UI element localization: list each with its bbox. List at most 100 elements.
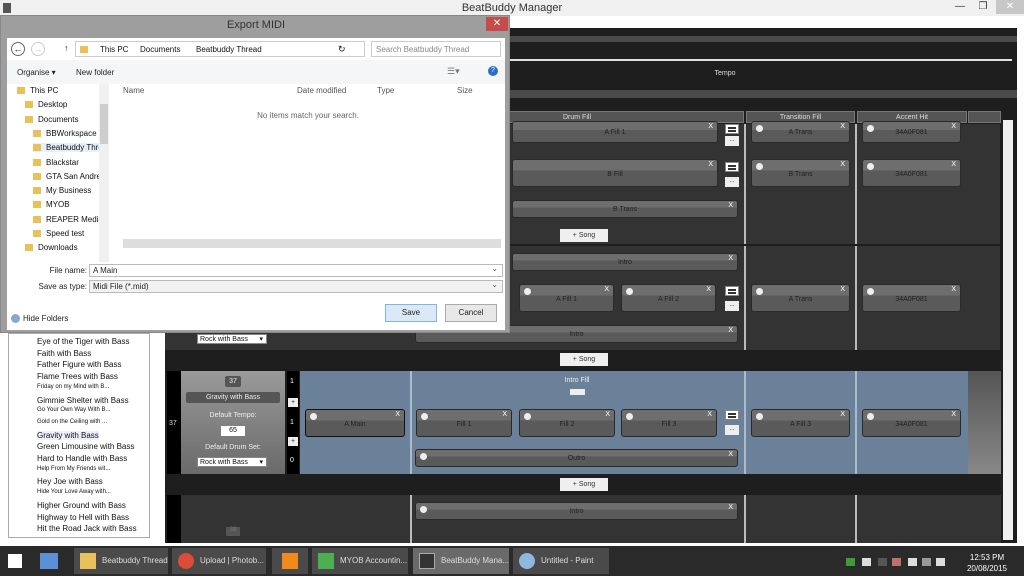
add-part-button[interactable]: +: [288, 437, 298, 446]
nav-scrollbar[interactable]: [99, 84, 109, 290]
fill-pad[interactable]: A Fill 2 X: [621, 284, 716, 312]
breadcrumb-documents[interactable]: Documents: [140, 45, 180, 54]
play-icon[interactable]: [867, 413, 874, 420]
chevron-up-icon[interactable]: [11, 314, 20, 323]
notification-icon[interactable]: [878, 558, 887, 566]
song-list-item[interactable]: Hey Joe with Bass: [37, 477, 103, 486]
remove-icon[interactable]: X: [728, 503, 733, 513]
drum-set-select[interactable]: Rock with Bass: [197, 457, 267, 468]
fill-pad[interactable]: Fill 1 X: [416, 409, 512, 437]
maximize-button[interactable]: ❐: [974, 0, 992, 14]
organise-button[interactable]: Organise ▾: [17, 68, 56, 77]
dialog-close-button[interactable]: ✕: [486, 17, 508, 31]
song-list-item[interactable]: Go Your Own Way With B...: [37, 407, 110, 413]
play-icon[interactable]: [626, 413, 633, 420]
song-list-item[interactable]: Flame Trees with Bass: [37, 372, 118, 381]
remove-icon[interactable]: X: [502, 410, 507, 420]
task-beatbuddy-thread[interactable]: Beatbuddy Thread: [74, 548, 168, 574]
tempo-slider[interactable]: [510, 59, 1012, 61]
save-button[interactable]: Save: [385, 304, 437, 322]
song-list-item[interactable]: Highway to Hell with Bass: [37, 513, 129, 522]
remove-icon[interactable]: X: [395, 410, 400, 420]
nav-item[interactable]: Beatbuddy Thre: [33, 143, 103, 153]
play-icon[interactable]: [867, 163, 874, 170]
refresh-icon[interactable]: ↻: [338, 44, 346, 55]
remove-icon[interactable]: X: [605, 410, 610, 420]
remove-icon[interactable]: X: [840, 122, 845, 132]
more-button[interactable]: ...: [725, 177, 739, 187]
accent-pad[interactable]: 34A0F081 X: [862, 159, 961, 187]
add-song-button[interactable]: + Song: [560, 229, 608, 242]
minimize-button[interactable]: —: [950, 0, 970, 14]
play-icon[interactable]: [756, 288, 763, 295]
nav-item[interactable]: Speed test: [33, 229, 84, 238]
nav-item[interactable]: My Business: [33, 186, 91, 195]
play-icon[interactable]: [867, 125, 874, 132]
close-button[interactable]: ✕: [996, 0, 1024, 14]
remove-icon[interactable]: X: [707, 410, 712, 420]
task-myob[interactable]: MYOB Accountin...: [312, 548, 408, 574]
remove-icon[interactable]: X: [840, 160, 845, 170]
remove-icon[interactable]: X: [728, 201, 733, 211]
more-button[interactable]: ...: [725, 425, 739, 435]
play-icon[interactable]: [420, 453, 427, 460]
address-bar[interactable]: This PC Documents Beatbuddy Thread ↻: [75, 41, 365, 57]
nav-item[interactable]: This PC: [17, 86, 58, 95]
remove-icon[interactable]: X: [706, 285, 711, 295]
play-icon[interactable]: [626, 288, 633, 295]
nav-item[interactable]: Documents: [25, 115, 78, 124]
drum-fill-pad[interactable]: A Fill 1 X: [512, 121, 718, 143]
nav-item[interactable]: BBWorkspace: [33, 129, 97, 138]
view-options-icon[interactable]: ☰▾: [447, 66, 460, 77]
remove-icon[interactable]: X: [951, 122, 956, 132]
song-name[interactable]: Gravity with Bass: [186, 392, 280, 403]
column-size[interactable]: Size: [457, 86, 473, 95]
nav-item[interactable]: REAPER Media: [33, 215, 103, 224]
remove-icon[interactable]: X: [840, 285, 845, 295]
song-list-item[interactable]: Father Figure with Bass: [37, 360, 121, 369]
remove-icon[interactable]: X: [708, 160, 713, 170]
column-date-modified[interactable]: Date modified: [297, 86, 346, 95]
add-song-button[interactable]: + Song: [560, 353, 608, 366]
nav-item[interactable]: Blackstar: [33, 158, 79, 167]
search-input[interactable]: Search Beatbuddy Thread: [371, 41, 501, 57]
song-list-item[interactable]: Gimmie Shelter with Bass: [37, 396, 129, 405]
play-icon[interactable]: [524, 288, 531, 295]
song-list-item[interactable]: Gold on the Ceiling with ...: [37, 419, 107, 425]
remove-icon[interactable]: X: [951, 410, 956, 420]
play-icon[interactable]: [420, 506, 427, 513]
outro-pad[interactable]: B Trans X: [512, 200, 738, 218]
play-icon[interactable]: [867, 288, 874, 295]
intro-pad[interactable]: Intro X: [415, 502, 738, 520]
back-icon[interactable]: ←: [11, 42, 25, 56]
tempo-stepper[interactable]: 65: [221, 426, 245, 436]
accent-pad[interactable]: 34A0F081 X: [862, 409, 961, 437]
intro-fill-slot[interactable]: [570, 389, 585, 395]
add-song-button[interactable]: + Song: [560, 478, 608, 491]
cancel-button[interactable]: Cancel: [445, 304, 497, 322]
more-button[interactable]: ...: [725, 301, 739, 311]
play-icon[interactable]: [756, 413, 763, 420]
remove-icon[interactable]: X: [604, 285, 609, 295]
remove-icon[interactable]: X: [951, 160, 956, 170]
file-name-input[interactable]: A Main: [89, 263, 503, 277]
new-folder-button[interactable]: New folder: [76, 68, 114, 77]
up-icon[interactable]: ↑: [64, 43, 69, 53]
onedrive-icon[interactable]: [862, 558, 871, 566]
fill-pad[interactable]: A Fill 1 X: [519, 284, 614, 312]
fill-pad[interactable]: Fill 2 X: [519, 409, 615, 437]
add-part-button[interactable]: +: [288, 398, 298, 407]
app-tray-icon[interactable]: [892, 558, 901, 566]
accent-pad[interactable]: 34A0F081 X: [862, 121, 961, 143]
nav-item[interactable]: Downloads: [25, 243, 78, 252]
task-vlc[interactable]: [272, 548, 308, 574]
swap-icon[interactable]: [725, 162, 739, 172]
computer-icon[interactable]: [40, 553, 58, 569]
display-icon[interactable]: [922, 558, 931, 566]
play-icon[interactable]: [421, 413, 428, 420]
remove-icon[interactable]: X: [728, 254, 733, 264]
column-name[interactable]: Name: [123, 86, 144, 95]
song-list-item[interactable]: Hard to Handle with Bass: [37, 454, 127, 463]
main-pad[interactable]: A Main X: [305, 409, 405, 437]
outro-pad[interactable]: Outro X: [415, 449, 738, 467]
